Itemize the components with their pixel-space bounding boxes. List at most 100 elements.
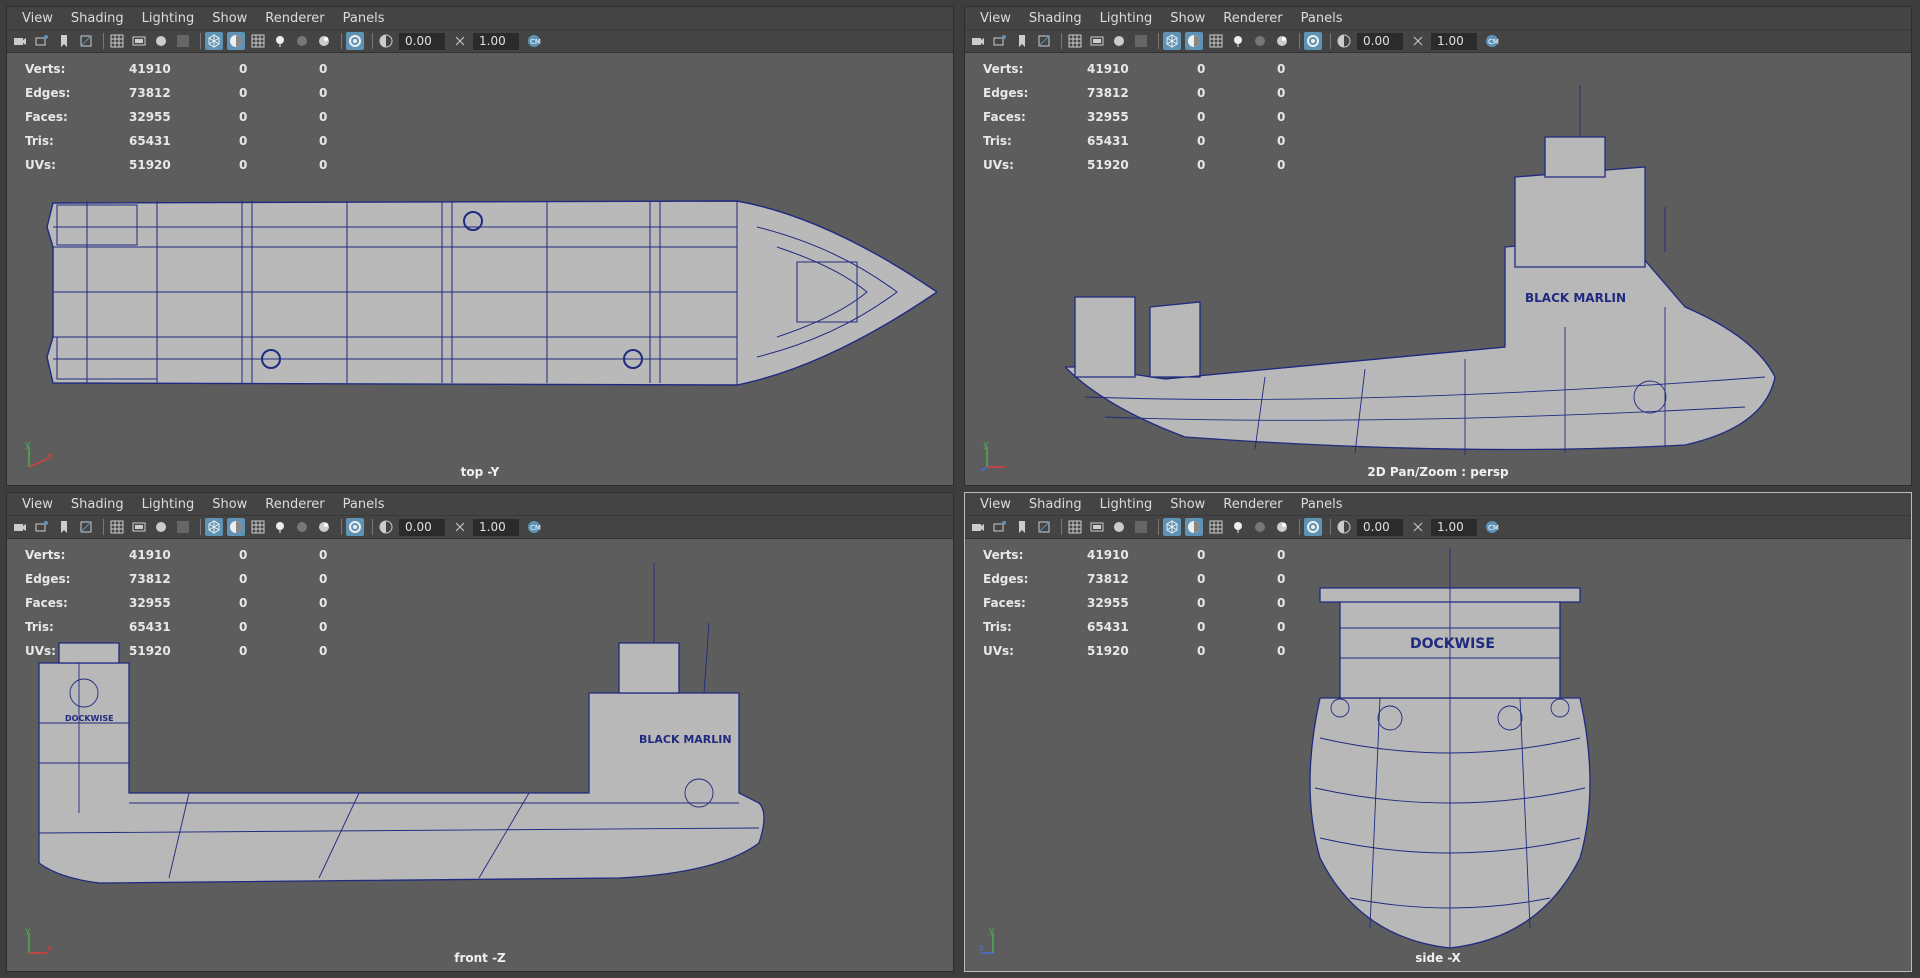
smooth-shade-icon[interactable] [1185,32,1203,50]
exposure-icon[interactable] [1335,518,1353,536]
grid-icon[interactable] [1066,32,1084,50]
camera-attributes-icon[interactable] [991,518,1009,536]
film-gate-icon[interactable] [130,32,148,50]
menu-shading[interactable]: Shading [1020,11,1091,26]
image-plane-icon[interactable] [77,32,95,50]
menu-renderer[interactable]: Renderer [1214,497,1291,512]
viewport-top[interactable]: View Shading Lighting Show Renderer Pane… [6,6,954,486]
smooth-shade-icon[interactable] [227,518,245,536]
lights-icon[interactable] [271,518,289,536]
image-plane-icon[interactable] [1035,518,1053,536]
menu-panels[interactable]: Panels [334,11,394,26]
menu-show[interactable]: Show [203,497,256,512]
menu-panels[interactable]: Panels [334,497,394,512]
exposure-field[interactable]: 0.00 [1357,518,1403,536]
gamma-icon[interactable] [451,32,469,50]
camera-icon[interactable] [969,32,987,50]
menu-shading[interactable]: Shading [1020,497,1091,512]
menu-shading[interactable]: Shading [62,497,133,512]
wireframe-icon[interactable] [205,518,223,536]
grid-icon[interactable] [108,518,126,536]
resolution-gate-icon[interactable] [1110,518,1128,536]
exposure-field[interactable]: 0.00 [399,518,445,536]
bookmark-icon[interactable] [1013,518,1031,536]
menu-shading[interactable]: Shading [62,11,133,26]
gamma-field[interactable]: 1.00 [1431,518,1477,536]
camera-icon[interactable] [969,518,987,536]
wireframe-icon[interactable] [205,32,223,50]
safe-action-icon[interactable] [174,32,192,50]
xray-icon[interactable] [1273,32,1291,50]
textured-icon[interactable] [249,518,267,536]
safe-action-icon[interactable] [174,518,192,536]
xray-icon[interactable] [1273,518,1291,536]
wireframe-icon[interactable] [1163,32,1181,50]
xray-icon[interactable] [315,32,333,50]
bookmark-icon[interactable] [55,32,73,50]
color-management-icon[interactable]: CM [525,518,543,536]
gamma-icon[interactable] [451,518,469,536]
menu-view[interactable]: View [971,11,1020,26]
gamma-icon[interactable] [1409,518,1427,536]
menu-show[interactable]: Show [1161,497,1214,512]
camera-attributes-icon[interactable] [33,32,51,50]
menu-renderer[interactable]: Renderer [256,497,333,512]
exposure-field[interactable]: 0.00 [1357,32,1403,50]
shadows-icon[interactable] [293,32,311,50]
menu-renderer[interactable]: Renderer [1214,11,1291,26]
menu-view[interactable]: View [13,497,62,512]
image-plane-icon[interactable] [1035,32,1053,50]
exposure-icon[interactable] [377,32,395,50]
camera-icon[interactable] [11,32,29,50]
grid-icon[interactable] [1066,518,1084,536]
menu-show[interactable]: Show [203,11,256,26]
viewport-side[interactable]: View Shading Lighting Show Renderer Pane… [964,492,1912,972]
menu-view[interactable]: View [13,11,62,26]
menu-lighting[interactable]: Lighting [1091,497,1162,512]
film-gate-icon[interactable] [130,518,148,536]
viewport-persp[interactable]: View Shading Lighting Show Renderer Pane… [964,6,1912,486]
exposure-icon[interactable] [377,518,395,536]
xray-icon[interactable] [315,518,333,536]
menu-show[interactable]: Show [1161,11,1214,26]
resolution-gate-icon[interactable] [152,518,170,536]
menu-lighting[interactable]: Lighting [133,497,204,512]
isolate-icon[interactable] [346,518,364,536]
film-gate-icon[interactable] [1088,32,1106,50]
lights-icon[interactable] [1229,32,1247,50]
bookmark-icon[interactable] [1013,32,1031,50]
safe-action-icon[interactable] [1132,32,1150,50]
resolution-gate-icon[interactable] [152,32,170,50]
bookmark-icon[interactable] [55,518,73,536]
safe-action-icon[interactable] [1132,518,1150,536]
camera-icon[interactable] [11,518,29,536]
smooth-shade-icon[interactable] [1185,518,1203,536]
color-management-icon[interactable]: CM [525,32,543,50]
textured-icon[interactable] [249,32,267,50]
wireframe-icon[interactable] [1163,518,1181,536]
isolate-icon[interactable] [1304,518,1322,536]
textured-icon[interactable] [1207,518,1225,536]
image-plane-icon[interactable] [77,518,95,536]
gamma-field[interactable]: 1.00 [473,32,519,50]
lights-icon[interactable] [1229,518,1247,536]
gamma-field[interactable]: 1.00 [1431,32,1477,50]
isolate-icon[interactable] [346,32,364,50]
color-management-icon[interactable]: CM [1483,518,1501,536]
exposure-field[interactable]: 0.00 [399,32,445,50]
color-management-icon[interactable]: CM [1483,32,1501,50]
menu-lighting[interactable]: Lighting [1091,11,1162,26]
film-gate-icon[interactable] [1088,518,1106,536]
gamma-field[interactable]: 1.00 [473,518,519,536]
isolate-icon[interactable] [1304,32,1322,50]
shadows-icon[interactable] [1251,518,1269,536]
gamma-icon[interactable] [1409,32,1427,50]
menu-lighting[interactable]: Lighting [133,11,204,26]
viewport-front[interactable]: View Shading Lighting Show Renderer Pane… [6,492,954,972]
textured-icon[interactable] [1207,32,1225,50]
camera-attributes-icon[interactable] [33,518,51,536]
lights-icon[interactable] [271,32,289,50]
exposure-icon[interactable] [1335,32,1353,50]
smooth-shade-icon[interactable] [227,32,245,50]
shadows-icon[interactable] [1251,32,1269,50]
